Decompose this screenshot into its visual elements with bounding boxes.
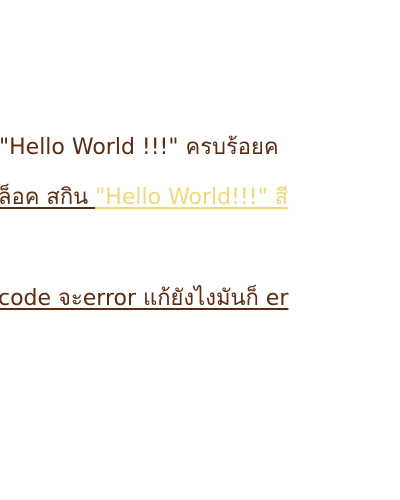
code-error-line: code จะerror แก้ยังไงมันก็ er [0, 286, 289, 311]
text-canvas: "Hello World !!!" ครบร้อยค ล็อค สกิน "He… [0, 0, 400, 500]
unlock-skin-line: ล็อค สกิน "Hello World!!!" สี [0, 184, 288, 212]
hello-world-skin-text: "Hello World!!!" สี [95, 185, 289, 210]
unlock-skin-text: ล็อค สกิน [0, 185, 96, 210]
hello-world-line: "Hello World !!!" ครบร้อยค [0, 135, 279, 160]
